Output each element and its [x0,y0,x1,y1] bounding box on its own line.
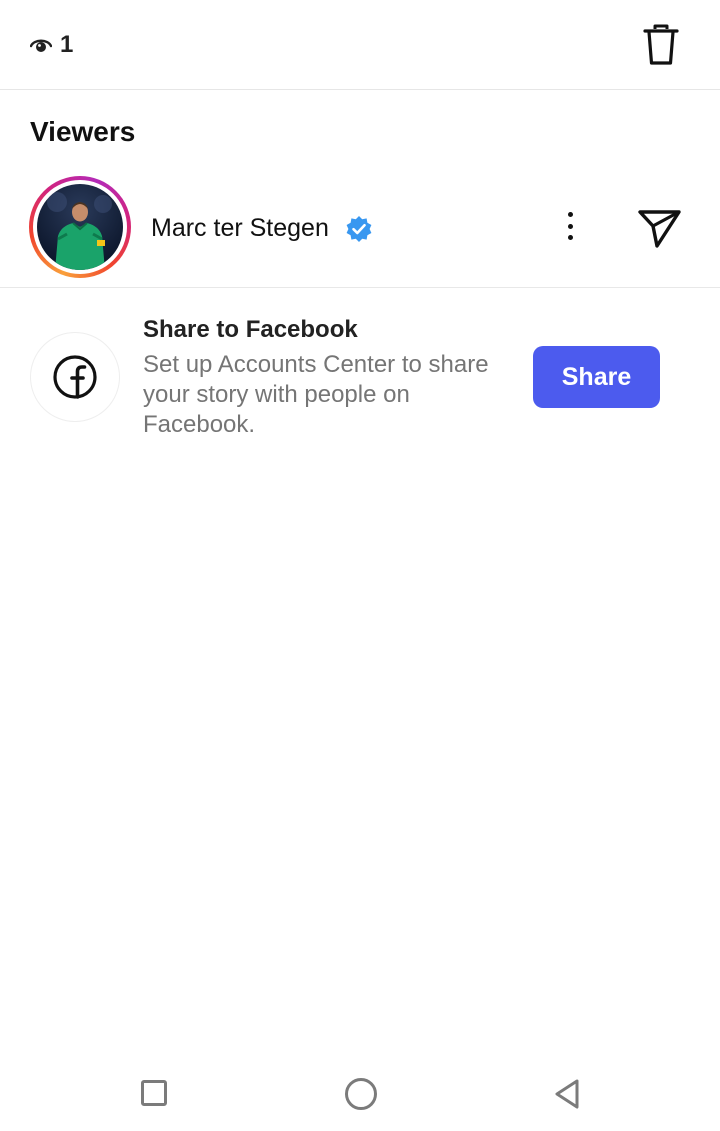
more-options-button[interactable] [552,206,588,246]
view-count: 1 [60,31,74,58]
delete-story-button[interactable] [638,22,684,68]
system-nav-bar [0,1058,720,1131]
facebook-icon [53,355,97,399]
story-viewers-screen: 1 Viewers Marc ter Stegen Share to Faceb… [0,0,720,1131]
avatar-story-ring[interactable] [29,176,131,278]
facebook-icon-container [30,332,120,422]
send-icon [638,210,681,248]
recents-icon[interactable] [141,1080,167,1106]
trash-icon [643,24,679,65]
back-icon[interactable] [552,1078,582,1110]
home-icon[interactable] [345,1078,377,1110]
top-bar: 1 [0,0,720,90]
share-facebook-description: Set up Accounts Center to share your sto… [143,351,489,438]
share-to-facebook-row: Share to Facebook Set up Accounts Center… [0,300,720,450]
more-vertical-icon [567,212,573,217]
share-facebook-title: Share to Facebook [143,316,358,343]
verified-badge-icon [346,216,372,242]
share-button[interactable]: Share [533,346,660,408]
send-message-button[interactable] [636,204,682,250]
viewers-heading: Viewers [30,116,136,147]
viewer-row[interactable]: Marc ter Stegen [0,170,720,288]
avatar [37,184,123,270]
viewer-name[interactable]: Marc ter Stegen [151,214,329,243]
view-counter[interactable]: 1 [30,30,73,60]
eye-icon [30,39,52,52]
